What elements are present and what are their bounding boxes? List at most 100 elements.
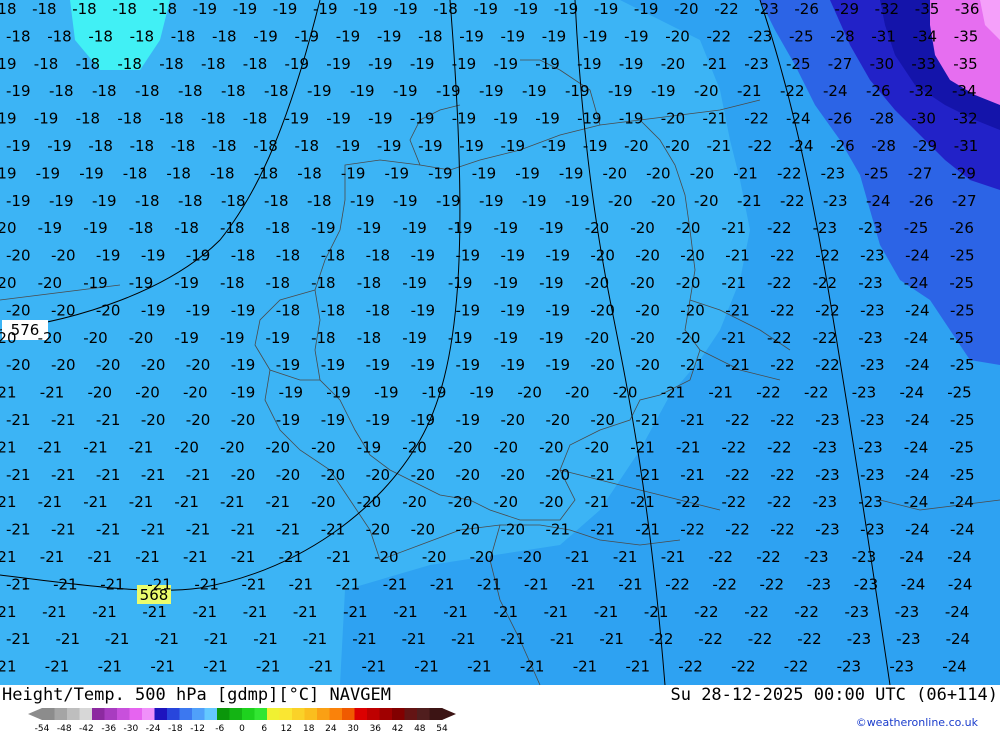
- temperature-value: -18: [210, 164, 235, 182]
- temperature-value: -19: [501, 27, 526, 45]
- temperature-value: -18: [221, 192, 246, 210]
- temperature-value: -19: [83, 219, 108, 237]
- temperature-value: -19: [402, 274, 427, 292]
- temperature-value: -19: [6, 192, 31, 210]
- temperature-value: -21: [96, 411, 121, 429]
- temperature-value: -22: [725, 466, 750, 484]
- temperature-value: -21: [703, 55, 728, 73]
- temperature-value: -29: [835, 0, 860, 18]
- temperature-value: -22: [731, 658, 756, 676]
- temperature-value: -21: [150, 658, 175, 676]
- temperature-value: -21: [38, 493, 63, 511]
- temperature-value: -24: [901, 575, 926, 593]
- temperature-value: -35: [915, 0, 940, 18]
- temperature-value: -31: [871, 27, 896, 45]
- temperature-value: -21: [38, 438, 63, 456]
- temperature-value: -20: [546, 466, 571, 484]
- temperature-value: -21: [443, 603, 468, 621]
- legend-swatch: [204, 708, 218, 720]
- temperature-value: -21: [630, 438, 655, 456]
- temperature-value: -20: [183, 384, 208, 402]
- temperature-value: -19: [418, 137, 443, 155]
- temperature-value: -25: [947, 384, 972, 402]
- temperature-value: -21: [707, 137, 732, 155]
- legend-tick-label: 48: [414, 724, 426, 733]
- temperature-value: -22: [744, 603, 769, 621]
- temperature-value: -20: [517, 548, 542, 566]
- temperature-value: -24: [905, 521, 930, 539]
- temperature-value: -20: [694, 82, 719, 100]
- temperature-value: -18: [321, 247, 346, 265]
- temperature-value: -25: [950, 301, 975, 319]
- temperature-value: -20: [630, 219, 655, 237]
- temperature-value: -19: [494, 329, 519, 347]
- temperature-value: -19: [411, 356, 436, 374]
- temperature-value: -19: [624, 27, 649, 45]
- temperature-value: -20: [448, 493, 473, 511]
- temperature-value: -22: [797, 630, 822, 648]
- temperature-value: -23: [845, 603, 870, 621]
- temperature-value: -19: [357, 438, 382, 456]
- legend-swatch: [229, 708, 243, 720]
- temperature-value: -21: [6, 630, 31, 648]
- temperature-value: -22: [748, 137, 773, 155]
- temperature-value: -18: [135, 192, 160, 210]
- temperature-value: -19: [501, 137, 526, 155]
- credit-link[interactable]: ©weatheronline.co.uk: [856, 716, 978, 729]
- temperature-value: -21: [289, 575, 314, 593]
- temperature-value: -22: [815, 301, 840, 319]
- temperature-value: -19: [47, 137, 71, 155]
- temperature-value: -25: [950, 411, 975, 429]
- temperature-value: -20: [676, 219, 701, 237]
- temperature-value: -20: [231, 466, 256, 484]
- temperature-value: -21: [309, 658, 334, 676]
- temperature-value: -24: [900, 384, 925, 402]
- temperature-value: -20: [220, 438, 245, 456]
- temperature-value: -21: [451, 630, 476, 648]
- temperature-value: -19: [336, 137, 361, 155]
- temperature-value: -21: [546, 521, 571, 539]
- legend-tick-label: -42: [79, 724, 94, 733]
- temperature-value: -23: [807, 575, 832, 593]
- temperature-value: -21: [6, 466, 31, 484]
- temperature-value: -19: [619, 55, 644, 73]
- temperature-value: -19: [321, 411, 346, 429]
- temperature-value: -19: [452, 55, 477, 73]
- temperature-value: -18: [47, 27, 71, 45]
- temperature-value: -22: [770, 411, 795, 429]
- temperature-value: -19: [410, 55, 435, 73]
- temperature-value: -21: [6, 521, 31, 539]
- temperature-value: -22: [815, 356, 840, 374]
- weather-map[interactable]: 576 568 -18-18-18-18-18-19-19-19-19-19-1…: [0, 0, 1000, 685]
- temperature-value: -19: [494, 219, 519, 237]
- temperature-value: -21: [96, 466, 121, 484]
- temperature-value: -21: [0, 438, 17, 456]
- temperature-value: -29: [913, 137, 938, 155]
- temperature-value: -18: [159, 55, 184, 73]
- temperature-value: -22: [770, 521, 795, 539]
- map-canvas: 576 568 -18-18-18-18-18-19-19-19-19-19-1…: [0, 0, 1000, 685]
- temperature-value: -20: [624, 137, 649, 155]
- temperature-value: -21: [676, 438, 701, 456]
- temperature-value: -22: [767, 219, 792, 237]
- temperature-value: -21: [6, 575, 31, 593]
- temperature-value: -30: [911, 110, 936, 128]
- legend-tick-label: 0: [239, 724, 245, 733]
- temperature-value: -21: [293, 603, 318, 621]
- temperature-value: -18: [88, 137, 113, 155]
- temperature-value: -21: [383, 575, 408, 593]
- temperature-value: -18: [295, 137, 320, 155]
- temperature-value: -25: [786, 55, 811, 73]
- temperature-value: -20: [585, 329, 610, 347]
- temperature-value: -21: [45, 658, 70, 676]
- legend-swatch: [92, 708, 105, 720]
- temperature-value: -23: [860, 521, 885, 539]
- temperature-value: -21: [722, 329, 747, 347]
- temperature-value: -24: [942, 658, 967, 676]
- temperature-value: -19: [410, 110, 435, 128]
- temperature-value: -21: [0, 493, 17, 511]
- temperature-value: -32: [953, 110, 978, 128]
- temperature-value: -19: [577, 55, 602, 73]
- temperature-value: -20: [311, 493, 336, 511]
- temperature-value: -18: [297, 164, 322, 182]
